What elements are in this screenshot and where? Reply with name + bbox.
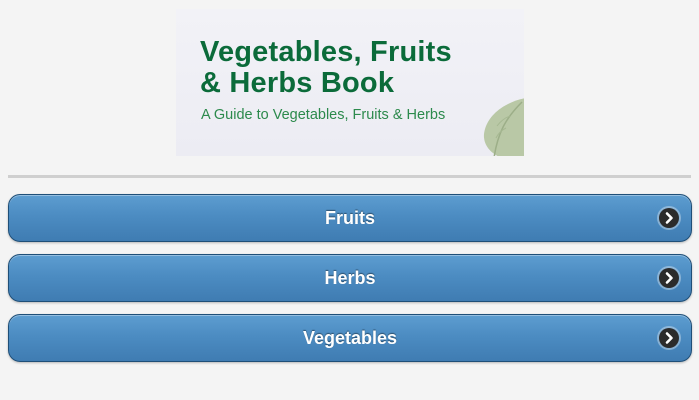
divider (8, 175, 691, 178)
menu-item-label: Herbs (324, 268, 376, 288)
leaf-icon (483, 98, 524, 156)
menu-item-herbs[interactable]: Herbs (8, 254, 692, 302)
chevron-right-icon (659, 328, 679, 348)
banner-title-line2: & Herbs Book (200, 67, 395, 99)
menu-item-fruits[interactable]: Fruits (8, 194, 692, 242)
menu-item-label: Fruits (324, 208, 375, 228)
book-banner: Vegetables, Fruits & Herbs Book A Guide … (176, 9, 524, 156)
banner-subtitle: A Guide to Vegetables, Fruits & Herbs (201, 107, 446, 123)
chevron-right-icon (659, 268, 679, 288)
category-menu: Fruits Herbs Vegetables (8, 194, 692, 374)
chevron-right-icon (659, 208, 679, 228)
banner-title: Vegetables, Fruits & Herbs Book (200, 37, 452, 99)
menu-item-vegetables[interactable]: Vegetables (8, 314, 692, 362)
banner-title-line1: Vegetables, Fruits (200, 36, 452, 68)
menu-item-label: Vegetables (302, 328, 398, 348)
